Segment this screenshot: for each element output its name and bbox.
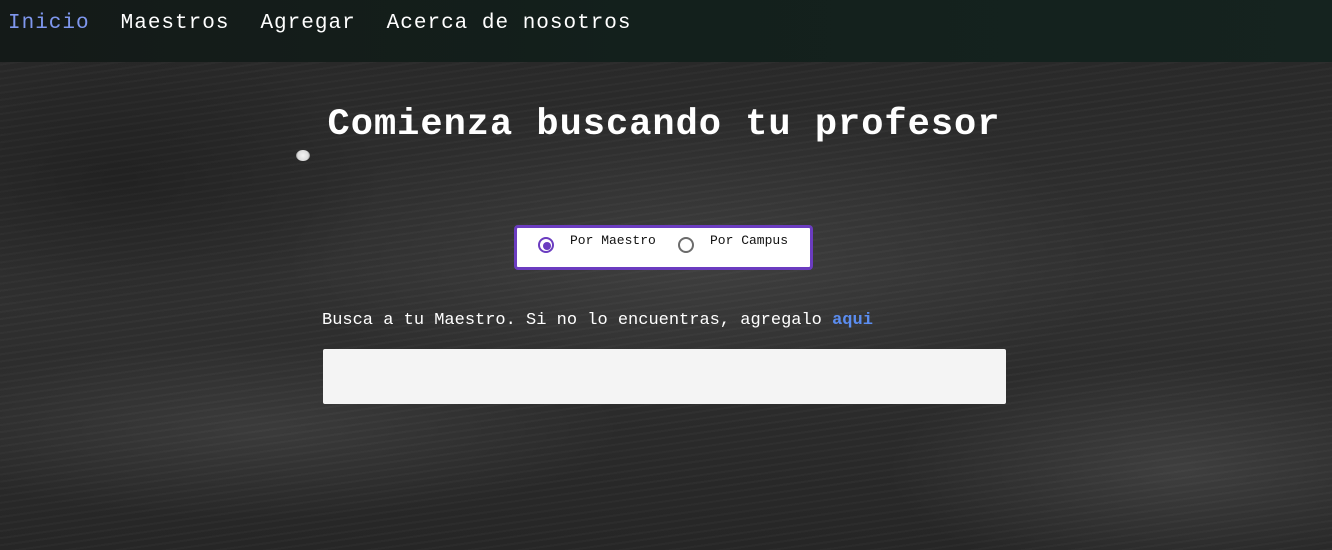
radio-label-por-maestro: Por Maestro <box>570 233 656 248</box>
nav-item-maestros[interactable]: Maestros <box>121 0 230 35</box>
nav-item-inicio[interactable]: Inicio <box>8 0 90 35</box>
add-teacher-link[interactable]: aqui <box>832 311 873 330</box>
radio-label-por-campus: Por Campus <box>710 233 789 248</box>
search-hint-text: Busca a tu Maestro. Si no lo encuentras,… <box>322 311 833 330</box>
teacher-search-input[interactable] <box>323 349 1006 404</box>
nav-item-agregar[interactable]: Agregar <box>260 0 355 35</box>
radio-unchecked-icon[interactable] <box>678 237 694 253</box>
chalk-smudge <box>296 150 310 161</box>
search-mode-selector: Por Maestro Por Campus <box>514 225 813 270</box>
radio-por-campus[interactable]: Por Campus <box>678 228 788 267</box>
radio-checked-icon[interactable] <box>538 237 554 253</box>
page-title: Comienza buscando tu profesor <box>327 104 1001 146</box>
radio-por-maestro[interactable]: Por Maestro <box>538 228 656 267</box>
top-navbar: Inicio Maestros Agregar Acerca de nosotr… <box>0 0 1332 62</box>
search-hint: Busca a tu Maestro. Si no lo encuentras,… <box>322 311 873 330</box>
page-title-container: Comienza buscando tu profesor <box>0 104 1332 146</box>
nav-item-acerca[interactable]: Acerca de nosotros <box>387 0 632 35</box>
